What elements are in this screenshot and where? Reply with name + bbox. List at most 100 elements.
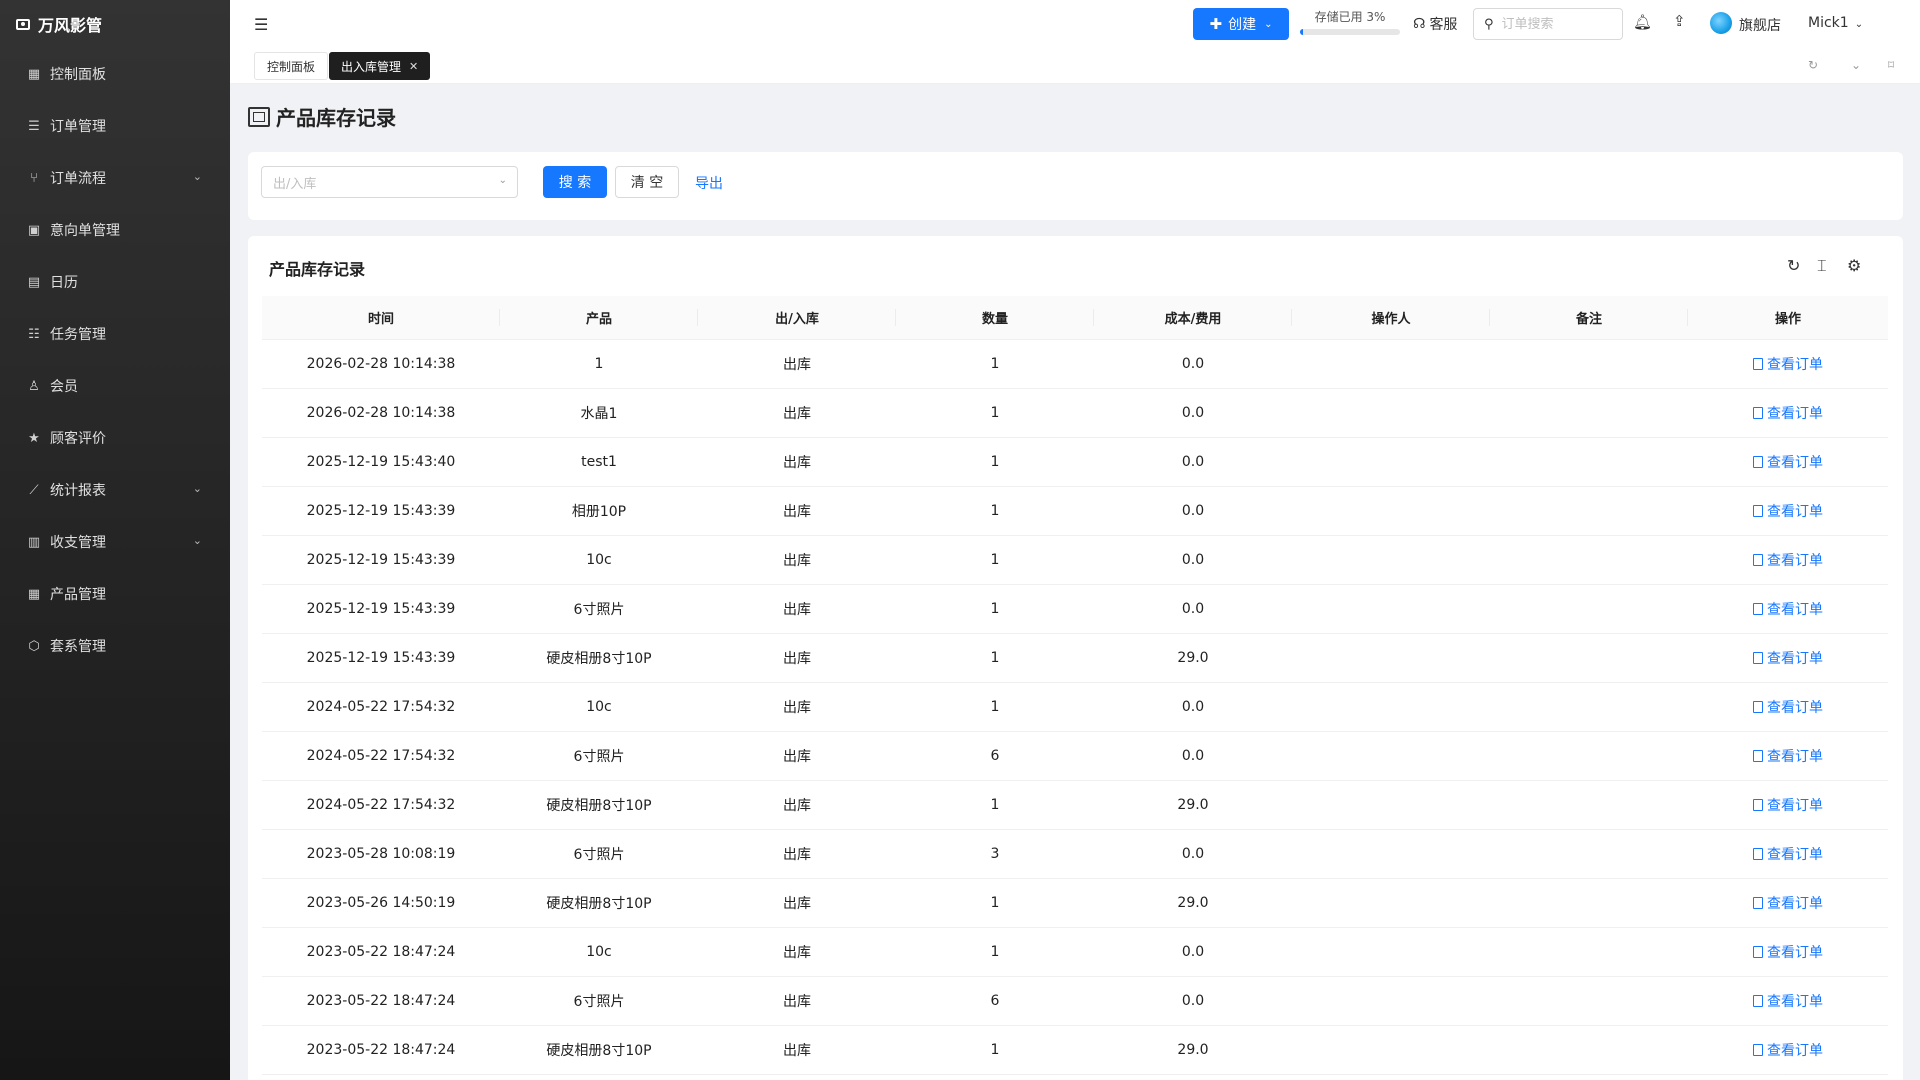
sidebar-item-label: 日历	[50, 275, 78, 291]
plus-icon: ✚	[1209, 15, 1223, 33]
refresh-icon[interactable]: ↻	[1787, 256, 1800, 275]
close-icon[interactable]: ✕	[409, 60, 418, 73]
gear-icon[interactable]: ⚙	[1847, 256, 1861, 275]
table-cell	[1292, 339, 1490, 389]
sidebar-item-7[interactable]: ★ 顾客评价	[0, 412, 230, 464]
column-height-icon[interactable]: ⌶	[1817, 256, 1827, 276]
tab-label: 控制面板	[267, 59, 316, 74]
view-order-link[interactable]: 查看订单	[1688, 584, 1888, 634]
column-header: 备注	[1490, 296, 1688, 340]
view-order-link[interactable]: 查看订单	[1688, 829, 1888, 879]
view-order-link[interactable]: 查看订单	[1688, 731, 1888, 781]
create-button[interactable]: ✚ 创建 ⌄	[1193, 8, 1289, 40]
table-cell: 硬皮相册8寸10P	[500, 780, 698, 830]
brand[interactable]: 万风影管	[0, 0, 230, 48]
table-cell: 2025-12-19 15:43:39	[262, 486, 500, 536]
view-order-link[interactable]: 查看订单	[1688, 976, 1888, 1026]
table-cell	[1292, 780, 1490, 830]
column-header: 时间	[262, 296, 500, 340]
document-icon	[1753, 994, 1763, 1007]
sidebar-item-1[interactable]: ☰ 订单管理	[0, 100, 230, 152]
view-order-link[interactable]: 查看订单	[1688, 633, 1888, 683]
sidebar-item-6[interactable]: ♙ 会员	[0, 360, 230, 412]
table-cell	[1490, 927, 1688, 977]
sidebar-item-11[interactable]: ⬡ 套系管理	[0, 620, 230, 672]
view-order-label: 查看订单	[1767, 944, 1823, 961]
bell-icon[interactable]: 🔔︎	[1633, 13, 1652, 31]
view-order-link[interactable]: 查看订单	[1688, 1025, 1888, 1075]
shop-name[interactable]: 旗舰店	[1739, 15, 1781, 35]
view-order-link[interactable]: 查看订单	[1688, 535, 1888, 585]
search-button[interactable]: 搜 索	[543, 166, 607, 198]
table-cell	[1292, 437, 1490, 487]
inout-select[interactable]: 出/入库 ⌄	[261, 166, 518, 198]
table-cell: 1	[896, 486, 1094, 536]
order-search-box[interactable]: ⚲	[1473, 8, 1623, 40]
table-cell: 出库	[698, 633, 896, 683]
table-cell: 0.0	[1094, 535, 1292, 585]
sidebar-item-label: 会员	[50, 379, 78, 395]
sidebar-item-8[interactable]: ⟋ 统计报表 ⌄	[0, 464, 230, 516]
table-row: 2026-02-28 10:14:38 水晶1 出库 1 0.0 查看订单	[262, 388, 1888, 438]
tab-dashboard[interactable]: 控制面板	[254, 52, 329, 80]
sidebar-item-2[interactable]: ⑂ 订单流程 ⌄	[0, 152, 230, 204]
table-cell: 1	[896, 535, 1094, 585]
view-order-label: 查看订单	[1767, 846, 1823, 863]
view-order-label: 查看订单	[1767, 601, 1823, 618]
view-order-link[interactable]: 查看订单	[1688, 780, 1888, 830]
sidebar-item-0[interactable]: ▦ 控制面板	[0, 48, 230, 100]
view-order-link[interactable]: 查看订单	[1688, 437, 1888, 487]
sidebar-item-3[interactable]: ▣ 意向单管理	[0, 204, 230, 256]
export-link[interactable]: 导出	[695, 173, 723, 193]
table-cell: 0.0	[1094, 437, 1292, 487]
sidebar-item-label: 产品管理	[50, 587, 106, 603]
column-header-label: 操作	[1774, 311, 1801, 327]
table-cell: 0.0	[1094, 486, 1292, 536]
view-order-link[interactable]: 查看订单	[1688, 486, 1888, 536]
menu-item-icon: ▥	[27, 534, 41, 550]
table-cell: 2026-02-28 10:14:38	[262, 339, 500, 389]
view-order-link[interactable]: 查看订单	[1688, 878, 1888, 928]
sidebar-item-5[interactable]: ☷ 任务管理	[0, 308, 230, 360]
sidebar-item-10[interactable]: ▦ 产品管理	[0, 568, 230, 620]
sidebar-item-label: 任务管理	[50, 327, 106, 343]
storage-label: 存储已用 3%	[1314, 10, 1386, 24]
table-cell: 0.0	[1094, 829, 1292, 879]
view-order-link[interactable]: 查看订单	[1688, 388, 1888, 438]
table-cell: 硬皮相册8寸10P	[500, 633, 698, 683]
table-cell: 出库	[698, 584, 896, 634]
customer-service-button[interactable]: ☊ 客服	[1413, 14, 1457, 34]
user-menu[interactable]: Mick1 ⌄	[1808, 15, 1863, 31]
table-cell: 出库	[698, 682, 896, 732]
upload-icon[interactable]: ⇪	[1673, 12, 1686, 30]
table-cell	[1292, 829, 1490, 879]
table-cell: 出库	[698, 878, 896, 928]
view-order-link[interactable]: 查看订单	[1688, 927, 1888, 977]
order-search-input[interactable]	[1501, 16, 1602, 32]
table-cell: 29.0	[1094, 1025, 1292, 1075]
chevron-down-icon[interactable]: ⌄	[1851, 58, 1861, 72]
menu-item-icon: ▦	[27, 586, 41, 602]
clear-button[interactable]: 清 空	[615, 166, 679, 198]
tab-stock-inout[interactable]: 出入库管理 ✕	[329, 52, 431, 80]
table-row: 2025-12-19 15:43:39 硬皮相册8寸10P 出库 1 29.0 查看订单	[262, 633, 1888, 683]
view-order-link[interactable]: 查看订单	[1688, 339, 1888, 389]
table-cell: 出库	[698, 731, 896, 781]
menu-fold-icon[interactable]: ☰	[254, 15, 268, 34]
table-cell	[1490, 584, 1688, 634]
refresh-icon[interactable]: ↻	[1808, 58, 1818, 72]
table-cell	[1490, 682, 1688, 732]
view-order-link[interactable]: 查看订单	[1688, 682, 1888, 732]
view-order-label: 查看订单	[1767, 895, 1823, 912]
table-cell: 0.0	[1094, 927, 1292, 977]
sidebar-item-4[interactable]: ▤ 日历	[0, 256, 230, 308]
sidebar-item-9[interactable]: ▥ 收支管理 ⌄	[0, 516, 230, 568]
table-cell: 2025-12-19 15:43:39	[262, 584, 500, 634]
menu-item-icon: ♙	[28, 378, 40, 394]
table-cell	[1292, 633, 1490, 683]
document-icon	[1753, 1043, 1763, 1056]
shop-logo	[1710, 12, 1732, 34]
table-row: 2025-12-19 15:43:39 6寸照片 出库 1 0.0 查看订单	[262, 584, 1888, 634]
fullscreen-icon[interactable]: ⌑	[1888, 58, 1894, 72]
table-body: 2026-02-28 10:14:38 1 出库 1 0.0 查看订单 2026-02-28…	[262, 339, 1888, 1075]
